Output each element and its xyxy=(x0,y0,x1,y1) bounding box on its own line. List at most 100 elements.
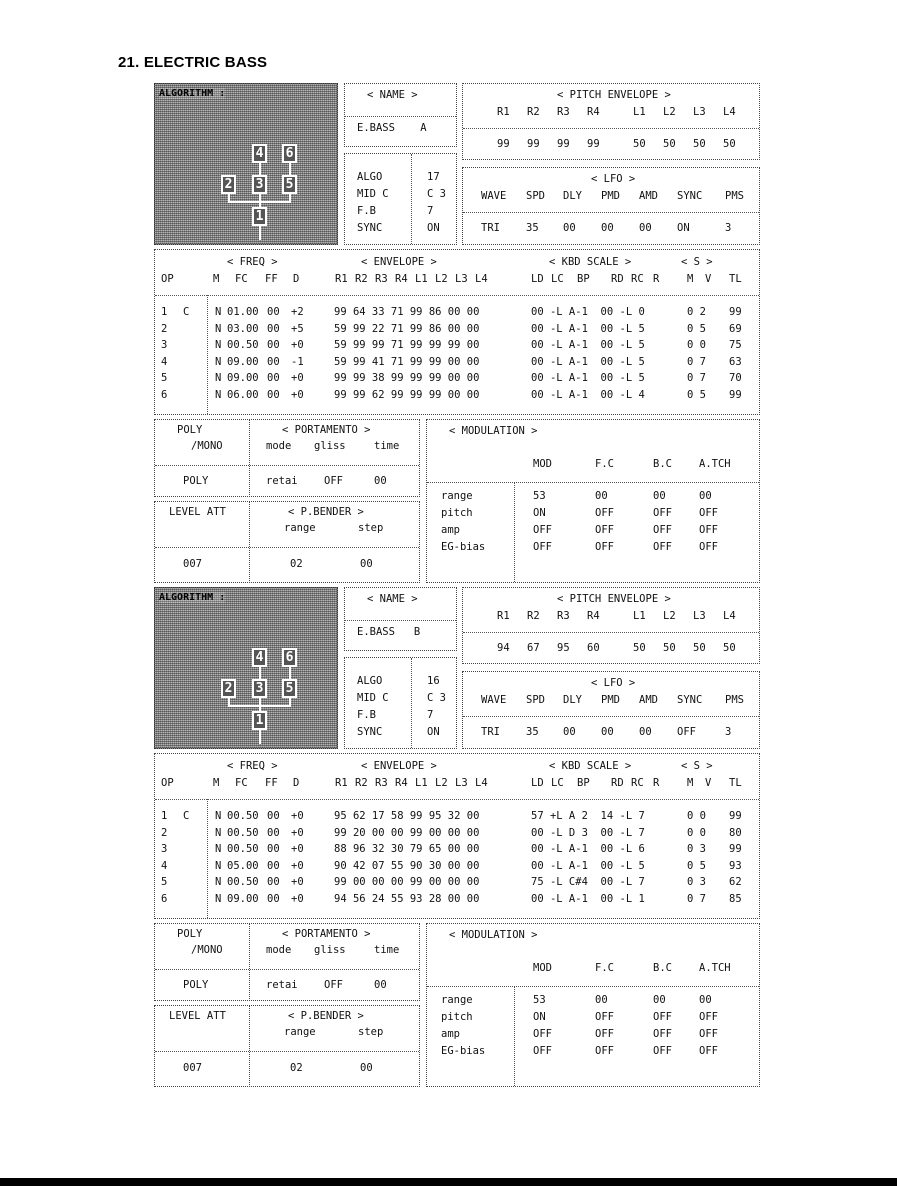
name-header: < NAME > xyxy=(367,89,418,101)
modulation-value: OFF xyxy=(533,1045,552,1057)
modulation-header: < MODULATION > xyxy=(449,929,538,941)
portamento-box: < PORTAMENTO > mode retai gliss OFF time 00 xyxy=(249,923,420,1001)
pitch-bender-label: range xyxy=(284,1026,316,1038)
lfo-label: PMD xyxy=(601,694,620,706)
patch-name: E.BASS B xyxy=(357,626,421,638)
kbd-scale-values: 00 -L A-1 00 -L 6 xyxy=(531,843,645,856)
operator-column-header: TL xyxy=(729,777,742,789)
pitch-envelope-value: 50 xyxy=(663,138,676,150)
operator-column-header: V xyxy=(705,273,712,285)
modulation-value: OFF xyxy=(595,1045,614,1057)
operator-column-header: RC xyxy=(631,273,644,285)
pitch-envelope-value: 95 xyxy=(557,642,570,654)
detune: +0 xyxy=(291,372,304,385)
freq-mode: N xyxy=(215,843,222,856)
freq-coarse: 01.00 xyxy=(227,306,259,318)
poly-mono-box: POLY/MONO POLY xyxy=(154,923,250,1001)
pitch-bender-value: 02 xyxy=(290,558,303,570)
algorithm-diagram: ALGORITHM : 123 45 6 xyxy=(154,587,338,749)
poly-mono-label: POLY xyxy=(177,928,203,940)
pitch-envelope-header: < PITCH ENVELOPE > xyxy=(557,593,671,605)
portamento-box: < PORTAMENTO > mode retai gliss OFF time 00 xyxy=(249,419,420,497)
operator-column-header: FC xyxy=(235,777,248,789)
modulation-value: OFF xyxy=(533,541,552,553)
modulation-value: OFF xyxy=(595,507,614,519)
divider xyxy=(207,295,208,414)
sensitivity-values: 0 5 xyxy=(687,322,706,335)
freq-mode: N xyxy=(215,339,222,352)
operator-column-header: R3 xyxy=(375,777,388,789)
kbd-scale-values: 57 +L A 2 14 -L 7 xyxy=(531,810,645,822)
pitch-envelope-value: 60 xyxy=(587,642,600,654)
pitch-envelope-value: 67 xyxy=(527,642,540,654)
sensitivity-values: 0 2 xyxy=(687,306,706,318)
total-level: 99 xyxy=(729,306,742,318)
operator-column-header: FF xyxy=(265,273,278,285)
operator-column-header: R4 xyxy=(395,273,408,285)
pitch-envelope-value: 50 xyxy=(633,642,646,654)
algo-setting-value: C 3 xyxy=(427,692,446,704)
lfo-value: 3 xyxy=(725,222,732,234)
modulation-row-label: pitch xyxy=(441,1011,473,1023)
envelope-values: 99 99 38 99 99 99 00 00 xyxy=(334,372,480,385)
freq-fine: 00 xyxy=(267,355,280,368)
modulation-box: < MODULATION > MOD F.C B.C A.TCH range 53 00 00 0… xyxy=(426,419,760,583)
lfo-value: 00 xyxy=(639,222,652,234)
operator-number: 5 xyxy=(161,372,168,385)
pitch-envelope-header: < PITCH ENVELOPE > xyxy=(557,89,671,101)
lfo-value: 35 xyxy=(526,222,539,234)
sensitivity-values: 0 7 xyxy=(687,355,706,368)
pitch-envelope-label: R4 xyxy=(587,106,600,118)
modulation-value: OFF xyxy=(699,1011,718,1023)
algo-settings-box: ALGO 16 MID C C 3 F.B 7 SYNC ON xyxy=(344,657,457,749)
algo-setting-value: 7 xyxy=(427,205,434,217)
operator-column-header: D xyxy=(293,777,300,789)
portamento-value: 00 xyxy=(374,475,387,487)
pitch-envelope-label: L1 xyxy=(633,610,646,622)
freq-fine: 00 xyxy=(267,810,280,822)
level-att-label: LEVEL ATT xyxy=(169,1010,226,1022)
freq-mode: N xyxy=(215,372,222,385)
level-att-label: LEVEL ATT xyxy=(169,506,226,518)
operator-column-header: RD xyxy=(611,777,624,789)
operator-column-header: FF xyxy=(265,777,278,789)
operator-column-header: R2 xyxy=(355,273,368,285)
pitch-bender-label: step xyxy=(358,522,384,534)
modulation-value: ON xyxy=(533,507,546,519)
poly-mono-label: /MONO xyxy=(191,944,223,956)
operator-5-box: 5 xyxy=(282,679,297,698)
envelope-values: 59 99 41 71 99 99 00 00 xyxy=(334,355,480,368)
modulation-value: 00 xyxy=(653,490,666,502)
lfo-label: DLY xyxy=(563,190,582,202)
modulation-value: OFF xyxy=(699,1028,718,1040)
operator-column-header: LC xyxy=(551,273,564,285)
envelope-values: 99 64 33 71 99 86 00 00 xyxy=(334,306,480,318)
operator-group-header: < FREQ > xyxy=(227,760,278,772)
operator-table: < FREQ > < ENVELOPE > < KBD SCALE > < S > OP… xyxy=(154,753,760,919)
algorithm-connector xyxy=(259,730,261,744)
detune: +0 xyxy=(291,826,304,839)
modulation-column-header: B.C xyxy=(653,458,672,470)
operator-column-header: D xyxy=(293,273,300,285)
freq-coarse: 00.50 xyxy=(227,810,259,822)
pitch-envelope-label: R4 xyxy=(587,610,600,622)
level-att-box: LEVEL ATT 007 xyxy=(154,1005,250,1087)
modulation-row-label: amp xyxy=(441,1028,460,1040)
freq-fine: 00 xyxy=(267,339,280,352)
total-level: 85 xyxy=(729,893,742,905)
envelope-values: 94 56 24 55 93 28 00 00 xyxy=(334,893,480,905)
pitch-envelope-label: L4 xyxy=(723,106,736,118)
kbd-scale-values: 00 -L A-1 00 -L 5 xyxy=(531,322,645,335)
pitch-bender-header: < P.BENDER > xyxy=(288,506,364,518)
algo-setting-value: 16 xyxy=(427,675,440,687)
algorithm-connector xyxy=(289,163,291,175)
freq-coarse: 00.50 xyxy=(227,843,259,856)
operator-group-header: < S > xyxy=(681,760,713,772)
detune: +0 xyxy=(291,339,304,352)
total-level: 99 xyxy=(729,843,742,856)
operator-column-header: R4 xyxy=(395,777,408,789)
lfo-value: 3 xyxy=(725,726,732,738)
pitch-bender-box: < P.BENDER > range step 02 00 xyxy=(249,501,420,583)
modulation-box: < MODULATION > MOD F.C B.C A.TCH range 53 00 00 0… xyxy=(426,923,760,1087)
portamento-label: mode xyxy=(266,440,292,452)
